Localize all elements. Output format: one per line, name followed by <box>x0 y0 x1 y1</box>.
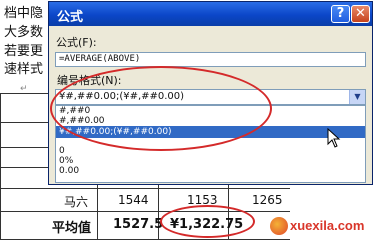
doc-line-4: 速样式 <box>4 62 44 77</box>
table-row-name: 马六 <box>64 195 89 209</box>
average-label: 平均值 <box>52 221 92 236</box>
doc-line-2: 大多数 <box>4 25 44 40</box>
dialog-title-bar[interactable]: 公式 ? ✕ <box>49 2 372 26</box>
dialog-title: 公式 <box>57 10 84 25</box>
table-border <box>0 93 1 240</box>
doc-line-3: 若要更 <box>4 44 44 59</box>
close-button[interactable]: ✕ <box>351 5 370 23</box>
format-option[interactable]: 0 <box>56 146 365 156</box>
help-icon: ? <box>336 6 345 21</box>
average-value: 1527.5 <box>113 217 164 232</box>
close-icon: ✕ <box>355 6 366 21</box>
table-cell: 1265 <box>252 193 283 207</box>
formula-input[interactable]: =AVERAGE(ABOVE) <box>55 52 366 67</box>
table-cell: 1544 <box>118 193 149 207</box>
annotation-circle <box>50 66 272 151</box>
formula-label: 公式(F): <box>56 36 97 49</box>
format-option[interactable]: 0% <box>56 156 365 166</box>
doc-line-1: 档中隐 <box>4 6 44 21</box>
annotation-circle <box>160 205 255 238</box>
chevron-down-icon[interactable]: ▼ <box>349 90 365 104</box>
format-option[interactable]: 0.00 <box>56 166 365 176</box>
help-button[interactable]: ? <box>331 5 350 23</box>
mouse-cursor-icon <box>327 128 341 148</box>
watermark-text: xuexila.com <box>290 218 365 233</box>
table-border <box>0 188 290 189</box>
watermark-logo-icon <box>270 217 288 235</box>
